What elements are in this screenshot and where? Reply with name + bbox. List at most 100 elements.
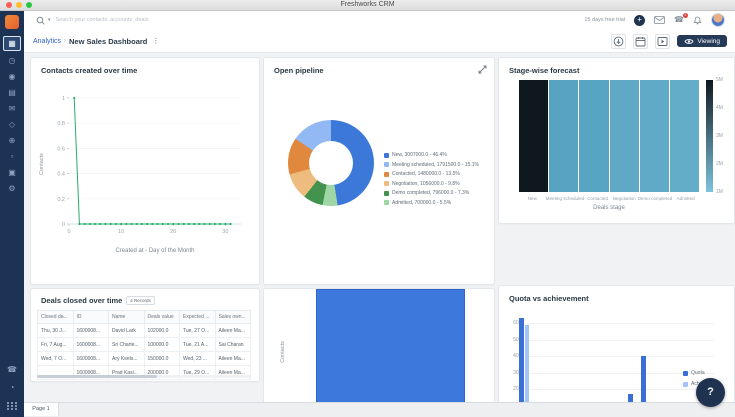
line-chart[interactable]: 0 0.2 0.4 0.6 0.8 1 0 10 20 30 Contacts Created at … <box>33 74 257 270</box>
email-icon[interactable] <box>654 16 665 24</box>
table-cell: 1600008... <box>72 337 109 352</box>
bar-quota-3[interactable] <box>641 356 646 403</box>
column-header[interactable]: Name <box>108 310 145 324</box>
sidebar-item-contacts-icon[interactable]: ◉ <box>4 70 20 83</box>
sidebar-phone-icon[interactable]: ☎ <box>4 364 20 375</box>
search-scope-caret-icon[interactable]: ▾ <box>48 17 51 23</box>
svg-text:0: 0 <box>62 222 65 228</box>
sidebar-item-deals-icon[interactable]: ◇ <box>4 118 20 131</box>
expand-icon[interactable] <box>478 65 487 74</box>
sidebar-item-campaigns-icon[interactable]: ⊕ <box>4 134 20 147</box>
gridline <box>527 356 715 358</box>
heatmap-colorbar <box>706 80 713 192</box>
quick-add-button[interactable]: + <box>634 14 646 26</box>
breadcrumb-analytics-link[interactable]: Analytics <box>33 38 61 45</box>
column-header[interactable]: Sales own... <box>214 310 251 324</box>
page-tab[interactable]: Page 1 <box>24 403 59 416</box>
colorbar-tick: 5M <box>716 77 723 83</box>
table-row[interactable]: Fri, 7 Aug... 1600008... Sri Charte... 1000… <box>37 337 251 352</box>
gridline <box>527 389 715 391</box>
dashboard-header: Analytics › New Sales Dashboard ⋮ Viewin… <box>24 30 735 53</box>
legend-item[interactable]: New, 3007000.0 - 46.4% <box>384 152 479 158</box>
column-header[interactable]: Closed da... <box>37 310 74 324</box>
scrollbar-thumb[interactable] <box>37 375 157 378</box>
deals-table: Closed da... ID Name Deals value Expected ..… <box>37 310 251 380</box>
heatmap-x-tick: Meeting scheduled <box>545 196 585 201</box>
colorbar-ticks: 5M 4M 3M 2M 1M <box>716 77 723 195</box>
search-icon <box>36 16 45 25</box>
sidebar-item-settings-icon[interactable]: ⚙ <box>4 182 20 195</box>
sidebar-item-dashboard-icon[interactable]: ▦ <box>3 36 21 51</box>
window-titlebar: Freshworks CRM <box>0 0 735 11</box>
table-cell: 100000.0 <box>143 337 180 352</box>
colorbar-tick: 3M <box>716 133 723 139</box>
chart-title: Open pipeline <box>274 66 324 75</box>
legend-item[interactable]: Demo completed, 796000.0 - 7.3% <box>384 190 479 196</box>
export-button[interactable] <box>611 33 627 49</box>
chart-title: Stage-wise forecast <box>509 66 580 75</box>
table-cell: Aileen Ma... <box>214 323 251 338</box>
notifications-bell-icon[interactable] <box>693 16 702 25</box>
table-cell: Thu, 30 J... <box>37 323 74 338</box>
legend-swatch <box>384 152 389 158</box>
sidebar-bottom: ☎ ◔ <box>0 364 24 411</box>
card-deals-closed-over-time: Deals closed over time 4 Records Closed … <box>30 288 260 382</box>
table-cell: David Lark <box>108 323 145 338</box>
table-row[interactable]: Thu, 30 J... 1600008... David Lark 102000.0… <box>37 323 251 338</box>
legend-label: Meeting scheduled, 1791500.0 - 15.1% <box>392 161 480 168</box>
table-row[interactable]: Wed, 7 O... 1600008... Ary Keels... 150000.… <box>37 351 251 366</box>
search-input[interactable] <box>53 16 208 24</box>
legend-swatch <box>384 162 389 167</box>
heatmap-column-demo-completed[interactable] <box>639 80 670 192</box>
sidebar-item-conversations-icon[interactable]: ✉ <box>4 102 20 115</box>
bar-achievement-1[interactable] <box>524 324 529 403</box>
column-header[interactable]: ID <box>72 310 109 324</box>
column-header[interactable]: Deals value <box>143 310 180 324</box>
heatmap-column-new[interactable] <box>519 80 550 192</box>
sidebar-help-icon[interactable]: ◔ <box>4 382 20 393</box>
legend-item[interactable]: Meeting scheduled, 1791500.0 - 15.1% <box>384 162 479 168</box>
legend-swatch <box>384 190 389 196</box>
heatmap-column-contacted[interactable] <box>579 80 610 192</box>
table-cell: 150000.0 <box>143 351 180 366</box>
heatmap-column-negotiation[interactable] <box>609 80 640 192</box>
table-cell: Wed, 23 ... <box>179 351 216 366</box>
viewing-button-label: Viewing <box>697 37 720 45</box>
present-button[interactable] <box>655 33 671 49</box>
table-header-row: Closed da... ID Name Deals value Expected ..… <box>37 310 251 324</box>
global-topbar: ▾ 15 days free trial + ☎ 1 <box>24 10 735 31</box>
sidebar-item-documents-icon[interactable]: ▣ <box>4 166 20 179</box>
line-chart-canvas[interactable]: 00.20.40.60.810 10 20 30ContactsCreated at … <box>33 74 257 270</box>
sidebar-item-accounts-icon[interactable]: ▤ <box>4 86 20 99</box>
help-button[interactable]: ? <box>696 378 725 407</box>
viewing-button[interactable]: Viewing <box>677 35 727 47</box>
bar-quota-1[interactable] <box>519 318 524 403</box>
sidebar-apps-waffle-icon[interactable] <box>4 400 20 411</box>
table-cell: 1600008... <box>72 323 109 338</box>
donut-chart[interactable] <box>288 120 374 206</box>
heatmap-plot[interactable] <box>519 80 700 192</box>
legend-item[interactable]: Quota <box>683 370 720 376</box>
date-range-button[interactable] <box>633 33 649 49</box>
heatmap-column-admitted[interactable] <box>669 80 700 192</box>
table-horizontal-scrollbar[interactable] <box>37 375 251 378</box>
gridline <box>527 339 715 341</box>
freshworks-logo-icon[interactable] <box>5 15 19 29</box>
bar[interactable] <box>316 289 465 403</box>
legend-item[interactable]: Admitted, 700000.0 - 5.5% <box>384 200 479 206</box>
legend-item[interactable]: Contacted, 1480000.0 - 13.5% <box>384 171 479 177</box>
legend-label: Contacted, 1480000.0 - 13.5% <box>392 171 460 177</box>
phone-icon[interactable]: ☎ 1 <box>674 13 688 24</box>
column-header[interactable]: Expected ... <box>179 310 216 324</box>
freshworks-crm-window: { "window": { "title": "Freshworks CRM" … <box>0 0 735 417</box>
dashboard-options-kebab-icon[interactable]: ⋮ <box>152 37 159 45</box>
app-sidebar: ▦ ◷ ◉ ▤ ✉ ◇ ⊕ ▫ ▣ ⚙ ☎ ◔ <box>0 10 24 417</box>
user-avatar[interactable] <box>711 13 725 27</box>
legend-item[interactable]: Negotiation, 1056000.0 - 9.8% <box>384 181 479 187</box>
donut-legend: New, 3007000.0 - 46.4% Meeting scheduled,… <box>384 152 479 206</box>
global-search[interactable]: ▾ <box>36 16 208 25</box>
sidebar-item-products-icon[interactable]: ▫ <box>4 150 20 163</box>
sidebar-item-activities-icon[interactable]: ◷ <box>4 54 20 67</box>
heatmap-x-tick: Demo completed <box>637 196 673 201</box>
heatmap-column-meeting-scheduled[interactable] <box>549 80 580 192</box>
